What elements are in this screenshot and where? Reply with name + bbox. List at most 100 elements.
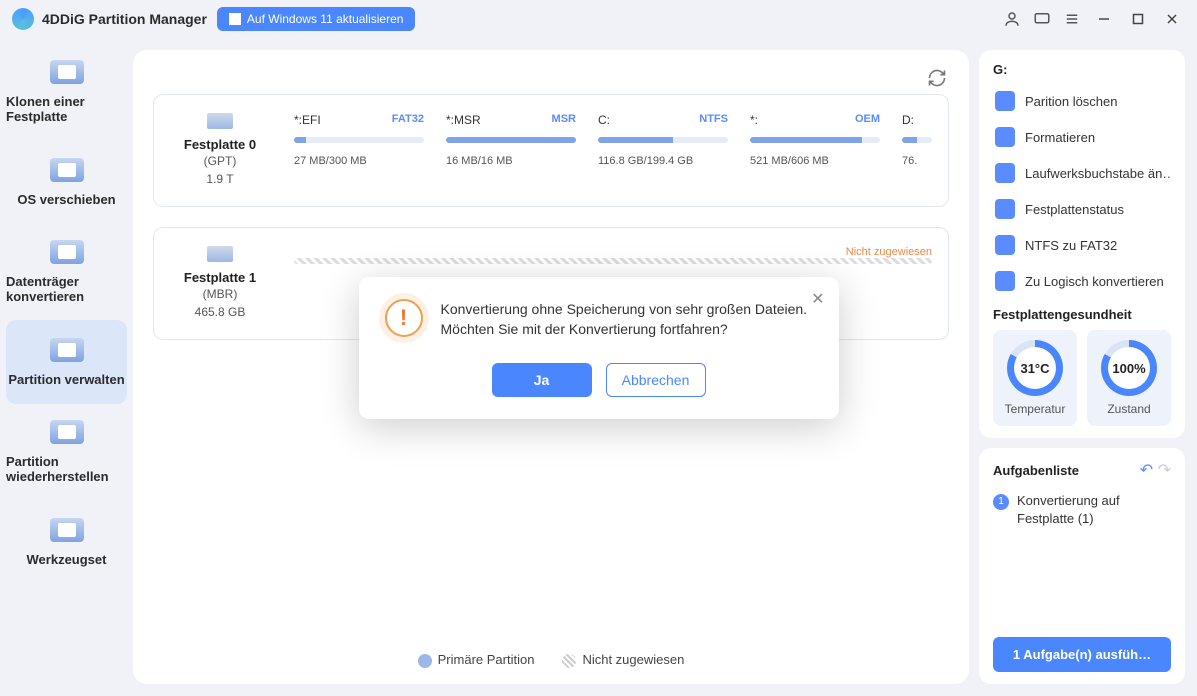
tasks-header: Aufgabenliste: [993, 463, 1079, 478]
chat-icon[interactable]: [1027, 4, 1057, 34]
sidebar-label: Datenträger konvertieren: [6, 274, 127, 304]
disk-icon: [50, 240, 84, 264]
temperature-value: 31°C: [1014, 347, 1056, 389]
close-button[interactable]: [1155, 4, 1189, 34]
sidebar-item-convert[interactable]: Datenträger konvertieren: [6, 230, 127, 314]
sidebar-label: OS verschieben: [17, 192, 115, 207]
disk-info: Festplatte 1 (MBR) 465.8 GB: [170, 246, 270, 321]
disk-card-0[interactable]: Festplatte 0 (GPT) 1.9 T *:EFIFAT32 27 M…: [153, 94, 949, 207]
gauge-icon: 31°C: [1007, 340, 1063, 396]
usage-bar: [446, 137, 576, 143]
sidebar-label: Werkzeugset: [27, 552, 107, 567]
status-icon: [995, 199, 1015, 219]
modal-close-icon[interactable]: ✕: [811, 289, 824, 309]
edit-icon: [995, 163, 1015, 183]
disk-icon: [50, 158, 84, 182]
health-temperature: 31°C Temperatur: [993, 330, 1077, 426]
action-drive-letter[interactable]: Laufwerksbuchstabe än…: [993, 155, 1171, 191]
disk-name: Festplatte 1: [170, 270, 270, 285]
run-tasks-button[interactable]: 1 Aufgabe(n) ausfüh…: [993, 637, 1171, 672]
health-row: 31°C Temperatur 100% Zustand: [993, 330, 1171, 426]
hdd-icon: [207, 246, 233, 262]
upgrade-label: Auf Windows 11 aktualisieren: [247, 12, 404, 26]
sidebar-label: Partition verwalten: [8, 372, 124, 387]
disk-info: Festplatte 0 (GPT) 1.9 T: [170, 113, 270, 188]
sidebar-item-os-move[interactable]: OS verschieben: [6, 140, 127, 224]
condition-value: 100%: [1108, 347, 1150, 389]
disk-size: 465.8 GB: [170, 303, 270, 321]
usage-bar: [902, 137, 932, 143]
sidebar-item-tools[interactable]: Werkzeugset: [6, 500, 127, 584]
menu-icon[interactable]: [1057, 4, 1087, 34]
legend-unallocated: Nicht zugewiesen: [562, 652, 684, 668]
windows-icon: [229, 13, 241, 25]
partition[interactable]: *:MSRMSR 16 MB/16 MB: [446, 113, 576, 188]
app-logo: [12, 8, 34, 30]
health-header: Festplattengesundheit: [993, 307, 1171, 322]
disk-icon: [50, 60, 84, 84]
action-logical[interactable]: Zu Logisch konvertieren: [993, 263, 1171, 299]
disk-scheme: (GPT): [170, 152, 270, 170]
partition-fs: NTFS: [699, 113, 728, 127]
partition-fs: FAT32: [392, 113, 424, 127]
right-panel: G: Parition löschen Formatieren Laufwerk…: [975, 38, 1197, 696]
trash-icon: [995, 91, 1015, 111]
partition-usage: 521 MB/606 MB: [750, 155, 880, 167]
partitions: *:EFIFAT32 27 MB/300 MB *:MSRMSR 16 MB/1…: [294, 113, 932, 188]
partition-label: *:: [750, 113, 758, 127]
partition[interactable]: C: NTFS 116.8 GB/199.4 GB: [598, 113, 728, 188]
sidebar-label: Partition wiederherstellen: [6, 454, 127, 484]
temperature-label: Temperatur: [997, 402, 1073, 416]
warning-icon: !: [385, 299, 423, 337]
action-status[interactable]: Festplattenstatus: [993, 191, 1171, 227]
logical-icon: [995, 271, 1015, 291]
refresh-icon[interactable]: [927, 68, 947, 93]
usage-bar: [598, 137, 728, 143]
hdd-icon: [207, 113, 233, 129]
sidebar-item-manage[interactable]: Partition verwalten: [6, 320, 127, 404]
app-title: 4DDiG Partition Manager: [42, 11, 207, 27]
disk-scheme: (MBR): [170, 285, 270, 303]
disk-icon: [50, 518, 84, 542]
usage-bar: [750, 137, 880, 143]
disk-name: Festplatte 0: [170, 137, 270, 152]
redo-icon[interactable]: ↷: [1158, 462, 1171, 479]
tasks-card: Aufgabenliste ↶ ↷ 1 Konvertierung auf Fe…: [979, 448, 1185, 684]
sidebar-item-recover[interactable]: Partition wiederherstellen: [6, 410, 127, 494]
user-icon[interactable]: [997, 4, 1027, 34]
task-item[interactable]: 1 Konvertierung auf Festplatte (1): [993, 492, 1171, 528]
partition-usage: 76.: [902, 155, 932, 167]
sidebar-label: Klonen einer Festplatte: [6, 94, 127, 124]
partition[interactable]: D: 76.: [902, 113, 932, 188]
maximize-button[interactable]: [1121, 4, 1155, 34]
gauge-icon: 100%: [1101, 340, 1157, 396]
minimize-button[interactable]: [1087, 4, 1121, 34]
partition-fs: OEM: [855, 113, 880, 127]
partition[interactable]: *: OEM 521 MB/606 MB: [750, 113, 880, 188]
usage-bar: [294, 258, 932, 264]
action-ntfs-fat32[interactable]: NTFS zu FAT32: [993, 227, 1171, 263]
partition-label: C:: [598, 113, 610, 127]
task-number-badge: 1: [993, 494, 1009, 510]
action-format[interactable]: Formatieren: [993, 119, 1171, 155]
modal-cancel-button[interactable]: Abbrechen: [606, 363, 706, 397]
upgrade-windows-button[interactable]: Auf Windows 11 aktualisieren: [217, 7, 416, 31]
partition-fs: MSR: [552, 113, 576, 127]
sidebar-item-clone[interactable]: Klonen einer Festplatte: [6, 50, 127, 134]
partition-usage: 116.8 GB/199.4 GB: [598, 155, 728, 167]
confirm-modal: ✕ ! Konvertierung ohne Speicherung von s…: [359, 277, 839, 420]
convert-icon: [995, 235, 1015, 255]
action-delete[interactable]: Parition löschen: [993, 83, 1171, 119]
undo-icon[interactable]: ↶: [1140, 462, 1153, 479]
partition-usage: 16 MB/16 MB: [446, 155, 576, 167]
partition-usage: 27 MB/300 MB: [294, 155, 424, 167]
format-icon: [995, 127, 1015, 147]
selected-drive: G:: [993, 62, 1171, 77]
usage-bar: [294, 137, 424, 143]
partition[interactable]: *:EFIFAT32 27 MB/300 MB: [294, 113, 424, 188]
modal-yes-button[interactable]: Ja: [492, 363, 592, 397]
partition-label: D:: [902, 113, 914, 127]
disk-icon: [50, 338, 84, 362]
legend: Primäre Partition Nicht zugewiesen: [153, 632, 949, 668]
sidebar: Klonen einer Festplatte OS verschieben D…: [0, 38, 133, 696]
